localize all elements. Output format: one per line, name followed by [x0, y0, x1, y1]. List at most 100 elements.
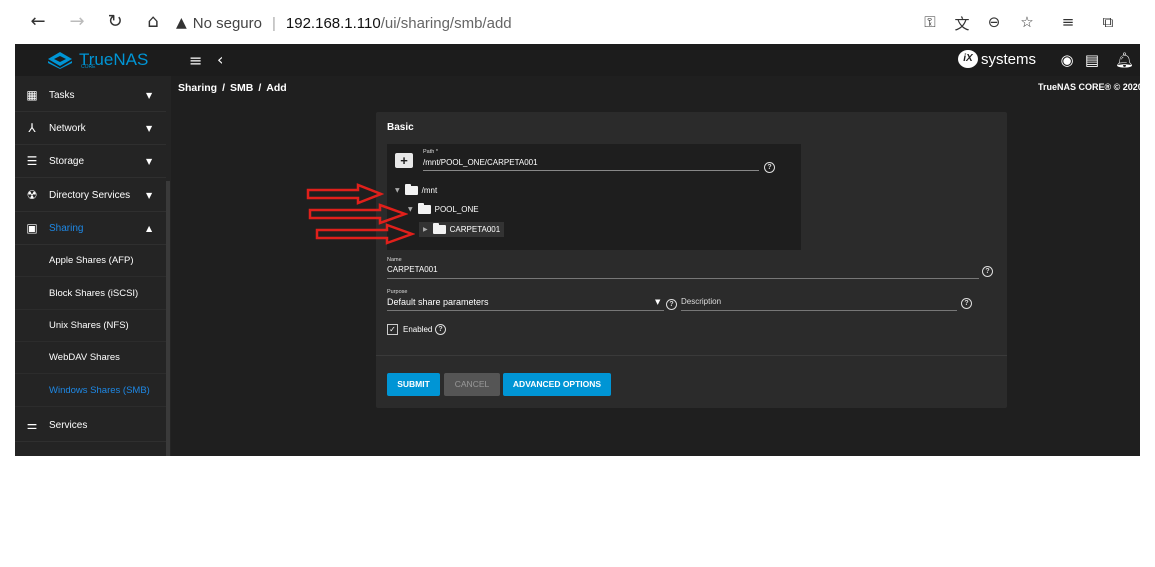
url-path: /ui/sharing/smb/add — [380, 14, 512, 32]
breadcrumb-add: Add — [266, 82, 287, 94]
form-divider — [376, 355, 1007, 356]
name-label: Name — [387, 257, 402, 263]
sidebar-item-network[interactable]: ⅄ Network ▼ — [15, 112, 166, 145]
ix-mark: iX — [958, 50, 978, 68]
collapsed-toggle-icon[interactable]: ▶ — [423, 226, 428, 233]
tree-node-label: /mnt — [421, 186, 438, 195]
folder-icon — [432, 223, 446, 234]
breadcrumb: Sharing / SMB / Add — [178, 82, 287, 94]
chevron-down-icon: ▼ — [146, 90, 153, 100]
enabled-help-icon[interactable]: ? — [435, 324, 446, 335]
sidebar-subitem-webdav[interactable]: WebDAV Shares — [15, 342, 166, 374]
smb-form-card: Basic + Path * /mnt/POOL_ONE/CARPETA001 … — [376, 112, 1007, 408]
warning-icon: ▲ — [176, 15, 187, 31]
tree-node-mnt[interactable]: ▼ /mnt — [395, 184, 438, 195]
sidebar-label: Tasks — [49, 89, 75, 101]
network-icon: ⅄ — [28, 121, 36, 135]
sidebar: ▦ Tasks ▼ ⅄ Network ▼ ☰ Storage ▼ ☢ Dire… — [15, 76, 171, 456]
name-underline — [387, 278, 979, 279]
sidebar-subitem-afp[interactable]: Apple Shares (AFP) — [15, 245, 166, 277]
refresh-icon[interactable]: ↻ — [105, 12, 125, 32]
description-help-icon[interactable]: ? — [961, 298, 972, 309]
name-help-icon[interactable]: ? — [982, 266, 993, 277]
sidebar-subitem-iscsi[interactable]: Block Shares (iSCSI) — [15, 278, 166, 310]
chevron-down-icon: ▼ — [146, 190, 153, 200]
breadcrumb-smb[interactable]: SMB — [230, 82, 253, 94]
sidebar-subitem-smb[interactable]: Windows Shares (SMB) — [15, 375, 166, 407]
collapse-chevron-icon[interactable]: ‹ — [217, 50, 223, 69]
top-bar: TrueNAS CORE ≡ ‹ iX systems ◉ ▤ 🔔︎ — [15, 44, 1140, 76]
zoom-icon[interactable]: ⊖ — [984, 13, 1004, 31]
description-input[interactable]: Description — [681, 297, 721, 306]
address-separator: | — [272, 14, 276, 32]
chevron-up-icon: ▲ — [146, 223, 153, 233]
sidebar-item-tasks[interactable]: ▦ Tasks ▼ — [15, 79, 166, 112]
favorites-list-icon[interactable]: ≡ — [1058, 13, 1078, 31]
truenas-app: TrueNAS CORE ≡ ‹ iX systems ◉ ▤ 🔔︎ ▦ Tas… — [15, 44, 1140, 456]
sidebar-label: Storage — [49, 155, 85, 167]
storage-icon: ☰ — [26, 154, 38, 168]
address-bar[interactable]: ▲ No seguro | 192.168.1.110 /ui/sharing/… — [176, 12, 911, 34]
enabled-checkbox[interactable]: ✓ — [387, 324, 398, 335]
expanded-toggle-icon[interactable]: ▼ — [395, 187, 400, 194]
vendor-name: systems — [981, 50, 1037, 68]
chevron-down-icon: ▼ — [146, 123, 153, 133]
sidebar-item-storage[interactable]: ☰ Storage ▼ — [15, 145, 166, 178]
path-help-icon[interactable]: ? — [764, 162, 775, 173]
key-icon[interactable]: ⚿ — [920, 13, 940, 31]
breadcrumb-separator: / — [222, 82, 226, 94]
name-input[interactable]: CARPETA001 — [387, 265, 438, 274]
copyright: TrueNAS CORE® © 2020 — [1038, 82, 1140, 92]
create-folder-icon[interactable]: + — [395, 153, 413, 168]
sidebar-item-directory-services[interactable]: ☢ Directory Services ▼ — [15, 179, 166, 212]
sidebar-item-services[interactable]: ⚌ Services — [15, 409, 166, 442]
back-arrow-icon[interactable]: ← — [28, 12, 48, 32]
tree-node-label: CARPETA001 — [449, 225, 501, 234]
expanded-toggle-icon[interactable]: ▼ — [408, 206, 413, 213]
tree-node-carpeta001[interactable]: ▶ CARPETA001 — [419, 222, 505, 237]
truenas-logo-icon — [48, 52, 72, 69]
advanced-options-button[interactable]: ADVANCED OPTIONS — [503, 373, 611, 396]
translate-icon[interactable]: 文 — [952, 13, 972, 34]
cancel-button[interactable]: CANCEL — [444, 373, 500, 396]
tree-node-label: POOL_ONE — [434, 205, 479, 214]
purpose-select[interactable]: Default share parameters — [387, 297, 489, 307]
purpose-label: Purpose — [387, 289, 408, 295]
favorite-star-icon[interactable]: ☆ — [1017, 13, 1037, 31]
sidebar-label: Directory Services — [49, 189, 131, 201]
sidebar-label: Sharing — [49, 222, 84, 234]
sidebar-subitem-nfs[interactable]: Unix Shares (NFS) — [15, 310, 166, 342]
sharing-icon: ▣ — [26, 221, 38, 235]
folder-icon — [417, 203, 431, 214]
breadcrumb-sharing[interactable]: Sharing — [178, 82, 217, 94]
submit-button[interactable]: SUBMIT — [387, 373, 440, 396]
clipboard-icon[interactable]: ▤ — [1083, 51, 1101, 69]
dropdown-caret-icon[interactable]: ▼ — [655, 298, 660, 306]
path-input[interactable]: /mnt/POOL_ONE/CARPETA001 — [423, 158, 538, 167]
path-explorer: + Path * /mnt/POOL_ONE/CARPETA001 ? ▼ /m… — [387, 144, 801, 250]
hamburger-menu-icon[interactable]: ≡ — [189, 51, 202, 70]
sidebar-item-sharing[interactable]: ▣ Sharing ▲ — [15, 212, 166, 245]
collections-icon[interactable]: ⧉ — [1098, 13, 1118, 31]
ixsystems-logo: iX systems — [958, 50, 1036, 68]
logo-sub: CORE — [81, 64, 96, 70]
truecommand-icon[interactable]: ◉ — [1058, 51, 1076, 69]
home-icon[interactable]: ⌂ — [143, 12, 163, 32]
sidebar-label: Network — [49, 122, 86, 134]
purpose-underline — [387, 310, 664, 311]
browser-toolbar: ← → ↻ ⌂ ▲ No seguro | 192.168.1.110 /ui/… — [0, 0, 1155, 44]
tree-node-pool-one[interactable]: ▼ POOL_ONE — [408, 203, 479, 214]
url-host: 192.168.1.110 — [285, 14, 381, 32]
folder-icon — [404, 184, 418, 195]
annotation-arrow-icon — [315, 223, 415, 245]
enabled-label: Enabled — [403, 325, 433, 334]
bell-icon[interactable]: 🔔︎ — [1115, 51, 1134, 69]
annotation-arrow-icon — [306, 183, 384, 205]
breadcrumb-separator: / — [258, 82, 262, 94]
description-underline — [681, 310, 957, 311]
truenas-logo[interactable]: TrueNAS — [47, 50, 148, 70]
sidebar-scrollbar[interactable] — [166, 181, 170, 456]
forward-arrow-icon[interactable]: → — [67, 12, 87, 32]
purpose-help-icon[interactable]: ? — [666, 299, 677, 310]
services-icon: ⚌ — [26, 418, 38, 432]
